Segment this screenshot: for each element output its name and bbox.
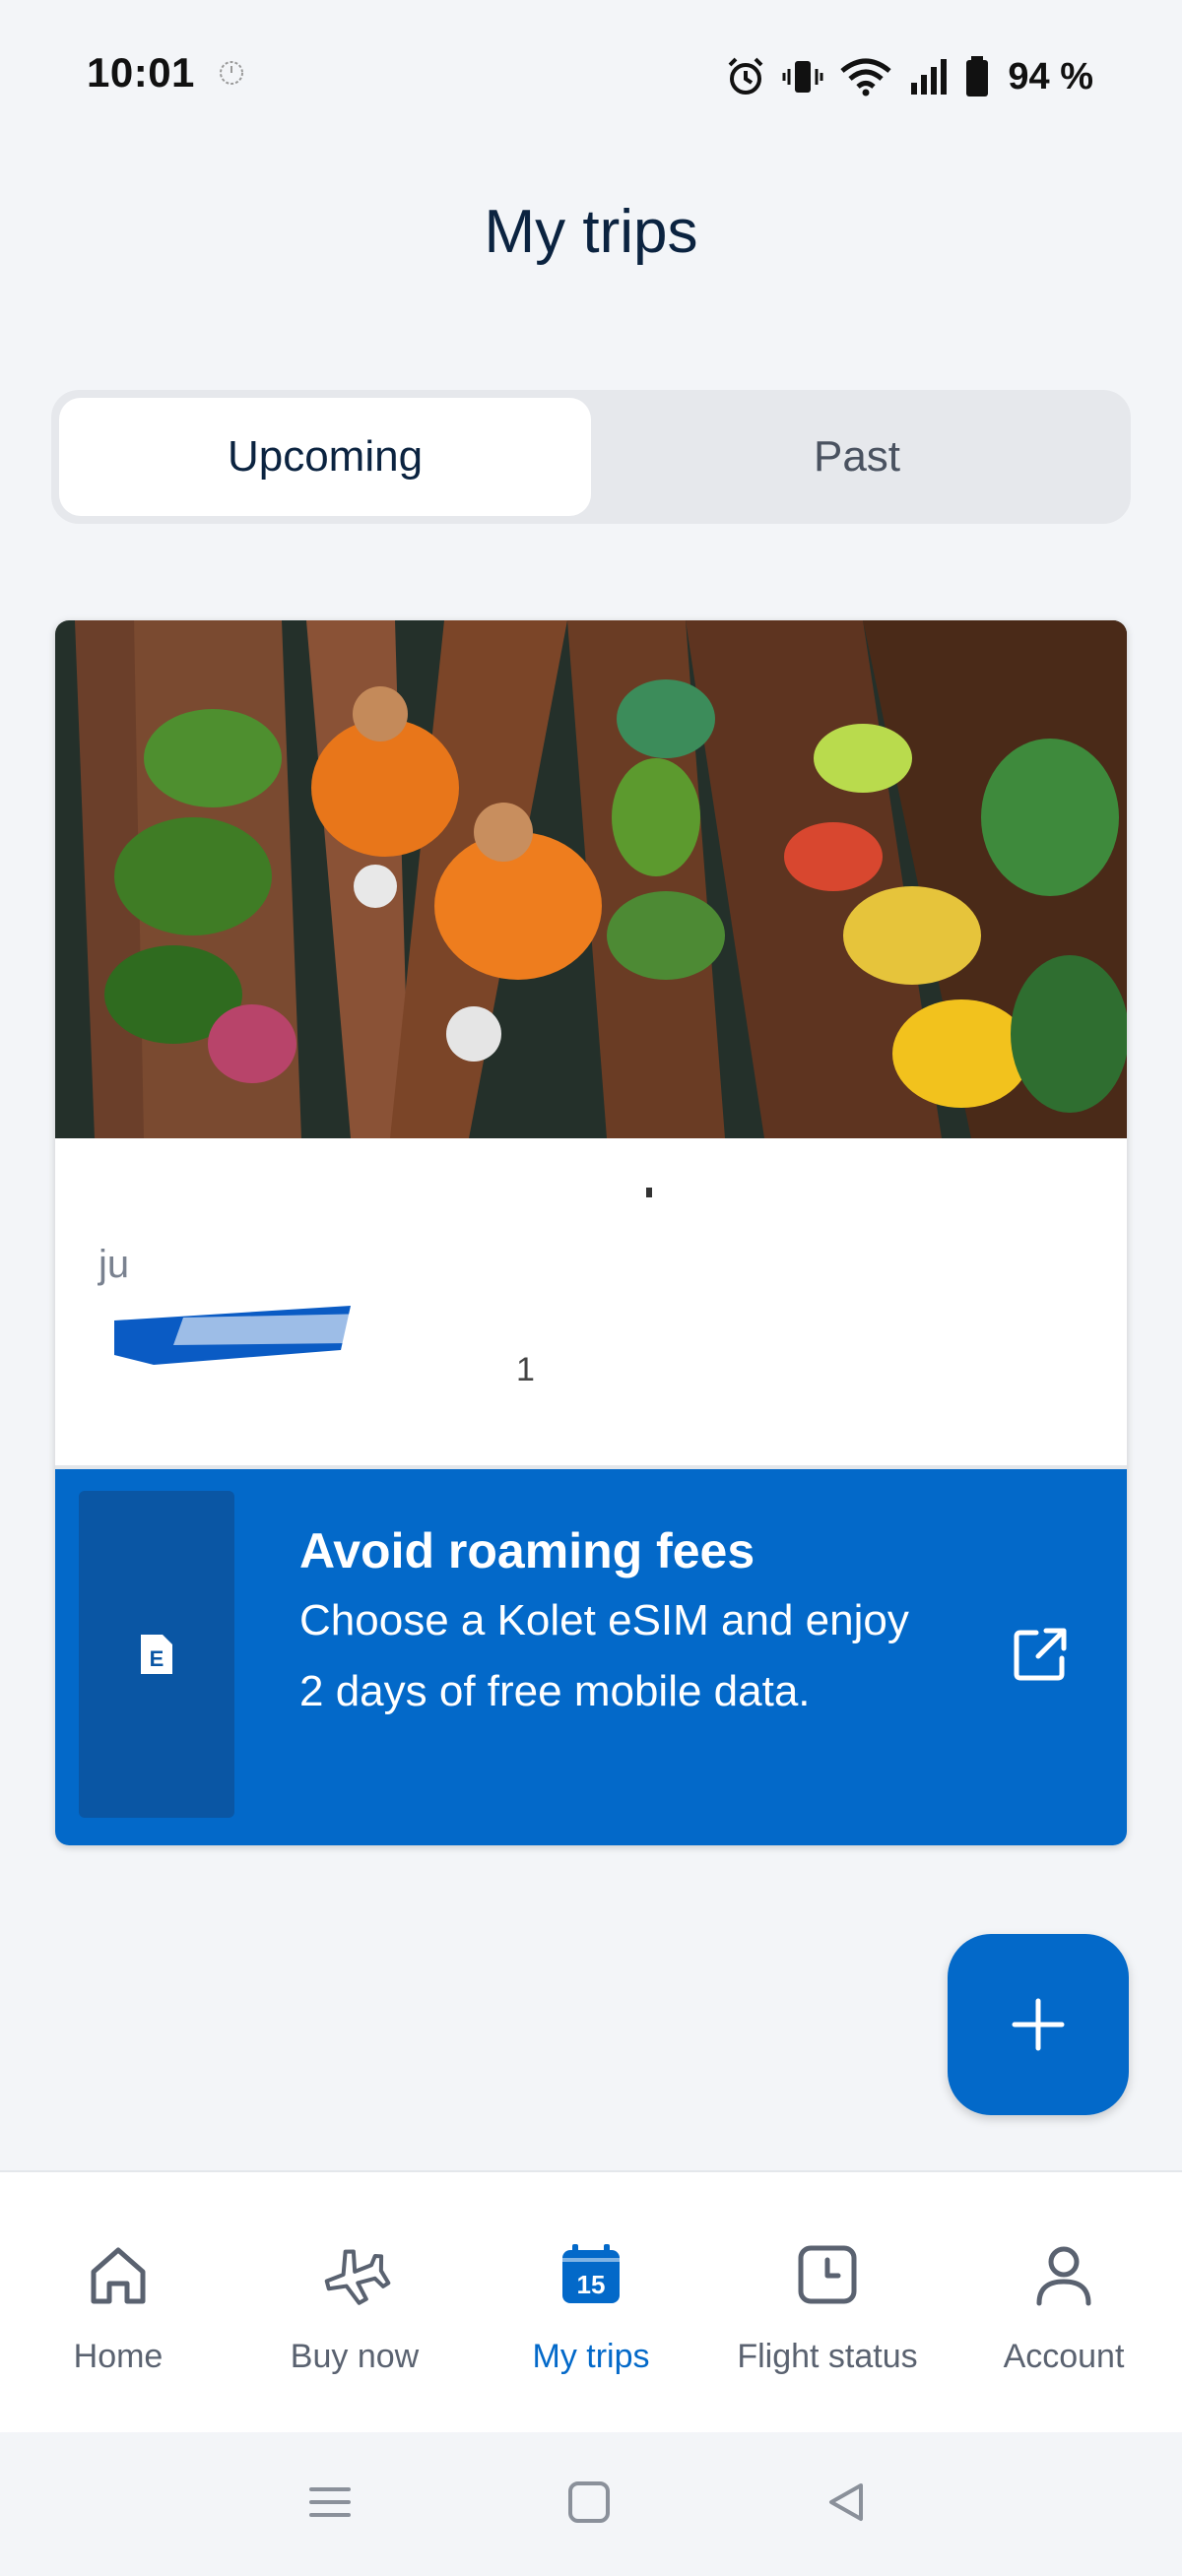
plane-icon: [324, 2249, 391, 2305]
sim-card-icon: E: [141, 1635, 172, 1674]
tab-past[interactable]: Past: [591, 398, 1123, 516]
status-bar: 10:01 94 %: [0, 0, 1182, 158]
signal-icon: [911, 59, 948, 95]
status-icons: 94 %: [724, 49, 1093, 104]
wifi-icon: [840, 58, 891, 97]
trip-info-redacted: [55, 1138, 1127, 1463]
home-icon: [91, 2247, 146, 2304]
esim-banner-title: Avoid roaming fees: [299, 1523, 755, 1578]
clock-icon: [798, 2245, 857, 2304]
svg-text:15: 15: [577, 2270, 606, 2299]
nav-item-home[interactable]: Home: [0, 2172, 236, 2432]
esim-banner-text: Choose a Kolet eSIM and enjoy 2 days of …: [299, 1596, 909, 1715]
alarm-icon: [728, 57, 763, 95]
person-icon: [1036, 2246, 1091, 2306]
back-icon[interactable]: [821, 2478, 871, 2527]
nav-item-flight-status[interactable]: Flight status: [709, 2172, 946, 2432]
svg-text:E: E: [150, 1646, 164, 1671]
plus-icon: [1012, 1998, 1065, 2051]
system-navigation-bar: [0, 2432, 1182, 2576]
trip-destination-image: [55, 620, 1127, 1138]
add-trip-button[interactable]: [948, 1934, 1129, 2115]
calendar-icon: 15: [562, 2244, 620, 2303]
nav-label-flight-status: Flight status: [737, 2338, 918, 2375]
bottom-navigation: Home Buy now 15 My trips Flight status A…: [0, 2170, 1182, 2432]
esim-icon-box: E: [79, 1491, 234, 1818]
nav-item-my-trips[interactable]: 15 My trips: [473, 2172, 709, 2432]
nav-item-buy-now[interactable]: Buy now: [236, 2172, 473, 2432]
home-button-icon[interactable]: [564, 2478, 614, 2527]
status-time: 10:01: [87, 49, 195, 96]
battery-icon: [966, 56, 989, 97]
trip-booking-number: 1: [516, 1351, 535, 1388]
timer-icon: [220, 61, 243, 85]
trip-filter-tabs: Upcoming Past: [51, 390, 1131, 524]
vibrate-icon: [782, 61, 823, 93]
external-link-icon[interactable]: [1009, 1623, 1072, 1686]
nav-label-home: Home: [73, 2338, 164, 2375]
nav-label-account: Account: [1003, 2338, 1125, 2375]
page-title: My trips: [484, 198, 698, 266]
nav-label-my-trips: My trips: [532, 2338, 650, 2375]
recent-apps-icon[interactable]: [305, 2478, 355, 2527]
nav-item-account[interactable]: Account: [946, 2172, 1182, 2432]
trip-card[interactable]: ju 1 E Avoid roaming fees Choose a Kolet…: [55, 620, 1127, 1845]
tab-upcoming[interactable]: Upcoming: [59, 398, 591, 516]
nav-label-buy-now: Buy now: [290, 2338, 420, 2375]
trip-dates: ju: [98, 1243, 130, 1286]
esim-promo-banner[interactable]: E Avoid roaming fees Choose a Kolet eSIM…: [55, 1469, 1127, 1845]
battery-percent: 94 %: [1008, 55, 1093, 97]
